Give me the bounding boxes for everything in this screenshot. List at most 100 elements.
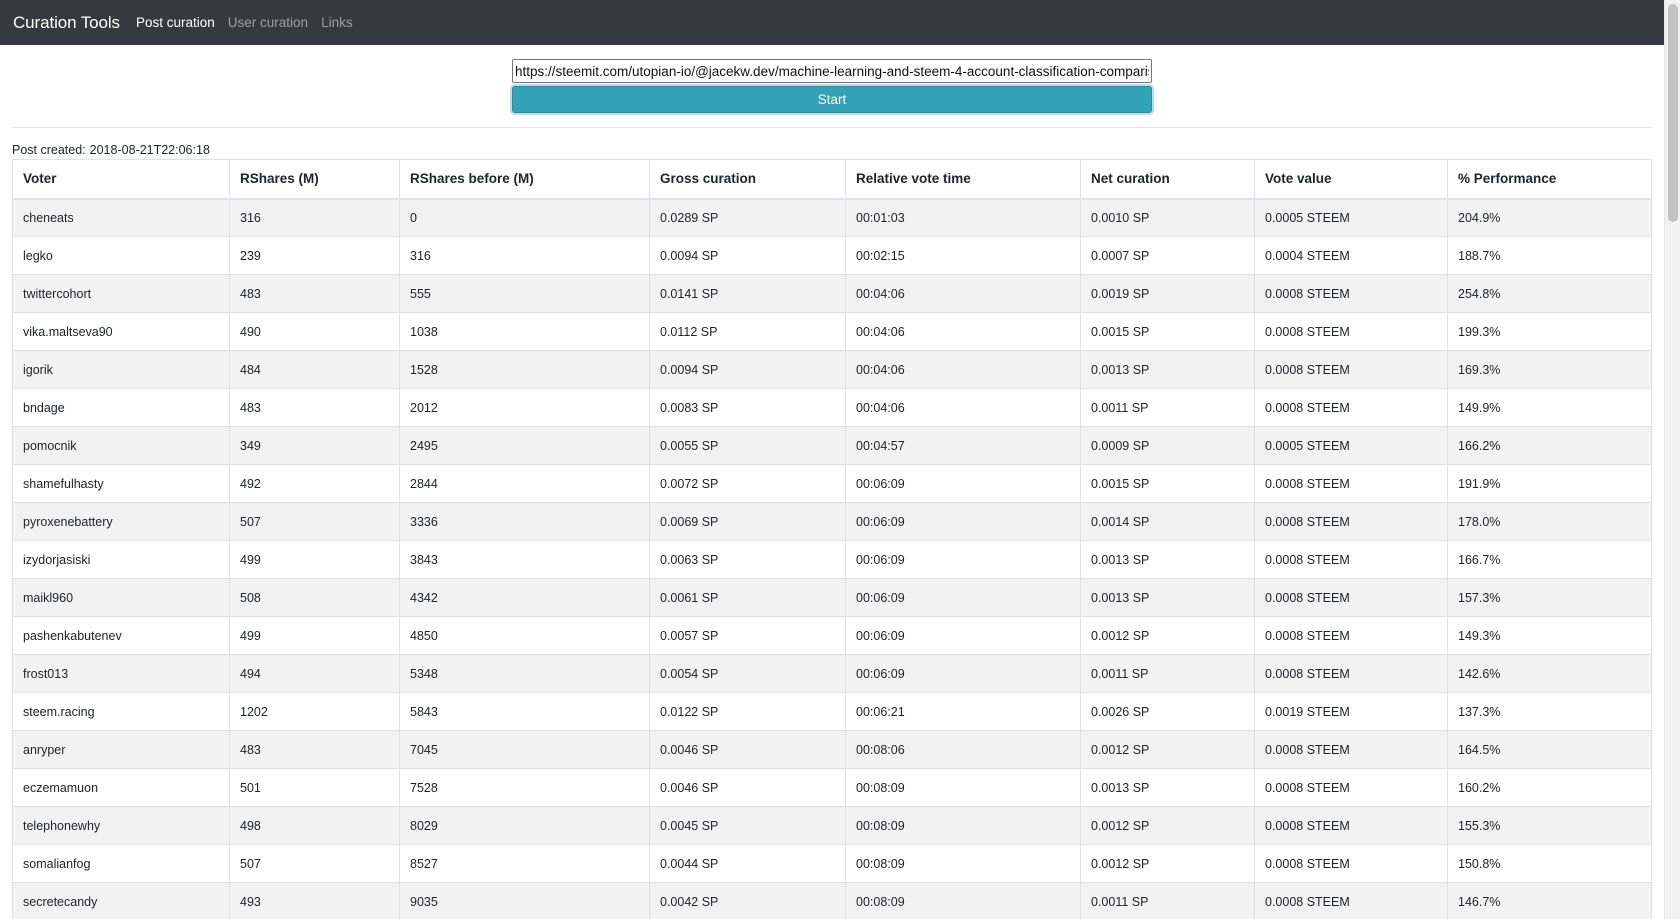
table-body: cheneats 316 0 0.0289 SP 00:01:03 0.0010 SP 0.… (12, 198, 1652, 919)
post-url-input[interactable] (512, 59, 1152, 83)
cell-vote-value: 0.0008 STEEM (1254, 844, 1448, 883)
cell-performance: 146.7% (1447, 882, 1652, 919)
cell-rshares-before: 0 (399, 198, 650, 237)
cell-rshares: 483 (229, 730, 400, 769)
nav-link-user-curation[interactable]: User curation (228, 15, 308, 30)
cell-rshares: 1202 (229, 692, 400, 731)
cell-voter: frost013 (12, 654, 230, 693)
brand-title[interactable]: Curation Tools (13, 13, 120, 33)
cell-vote-value: 0.0008 STEEM (1254, 654, 1448, 693)
cell-rshares-before: 8527 (399, 844, 650, 883)
nav-link-post-curation[interactable]: Post curation (136, 15, 215, 30)
cell-rshares: 494 (229, 654, 400, 693)
cell-rshares: 507 (229, 502, 400, 541)
table-row: pashenkabutenev 499 4850 0.0057 SP 00:06:09 0… (12, 616, 1652, 655)
cell-rshares: 316 (229, 198, 400, 237)
header-net-curation: Net curation (1080, 159, 1255, 200)
cell-rshares: 483 (229, 388, 400, 427)
cell-rshares-before: 3843 (399, 540, 650, 579)
table-row: secretecandy 493 9035 0.0042 SP 00:08:09 0.00… (12, 882, 1652, 919)
table-row: frost013 494 5348 0.0054 SP 00:06:09 0.0011 S… (12, 654, 1652, 693)
nav-link-links[interactable]: Links (321, 15, 353, 30)
cell-rshares-before: 1528 (399, 350, 650, 389)
cell-net-curation: 0.0009 SP (1080, 426, 1255, 465)
cell-vote-value: 0.0008 STEEM (1254, 730, 1448, 769)
cell-gross-curation: 0.0063 SP (649, 540, 846, 579)
cell-relative-vote-time: 00:08:09 (845, 768, 1081, 807)
cell-relative-vote-time: 00:02:15 (845, 236, 1081, 275)
top-navbar: Curation Tools Post curation User curati… (0, 0, 1664, 45)
cell-gross-curation: 0.0057 SP (649, 616, 846, 655)
table-header-row: Voter RShares (M) RShares before (M) Gross … (12, 159, 1652, 200)
cell-net-curation: 0.0013 SP (1080, 540, 1255, 579)
cell-vote-value: 0.0005 STEEM (1254, 426, 1448, 465)
cell-rshares-before: 316 (399, 236, 650, 275)
post-created-label: Post created: (12, 143, 86, 157)
cell-relative-vote-time: 00:08:06 (845, 730, 1081, 769)
cell-gross-curation: 0.0054 SP (649, 654, 846, 693)
cell-relative-vote-time: 00:06:09 (845, 502, 1081, 541)
cell-rshares-before: 5843 (399, 692, 650, 731)
cell-rshares-before: 4342 (399, 578, 650, 617)
start-button[interactable]: Start (512, 86, 1152, 113)
cell-rshares-before: 2495 (399, 426, 650, 465)
cell-gross-curation: 0.0141 SP (649, 274, 846, 313)
cell-rshares-before: 3336 (399, 502, 650, 541)
cell-performance: 142.6% (1447, 654, 1652, 693)
cell-gross-curation: 0.0069 SP (649, 502, 846, 541)
cell-rshares: 349 (229, 426, 400, 465)
cell-vote-value: 0.0019 STEEM (1254, 692, 1448, 731)
cell-vote-value: 0.0005 STEEM (1254, 198, 1448, 237)
cell-relative-vote-time: 00:08:09 (845, 844, 1081, 883)
cell-rshares-before: 2844 (399, 464, 650, 503)
cell-net-curation: 0.0019 SP (1080, 274, 1255, 313)
cell-rshares: 508 (229, 578, 400, 617)
vertical-scrollbar[interactable] (1664, 0, 1680, 919)
table-row: somalianfog 507 8527 0.0044 SP 00:08:09 0.001… (12, 844, 1652, 883)
cell-gross-curation: 0.0094 SP (649, 350, 846, 389)
cell-performance: 149.3% (1447, 616, 1652, 655)
cell-net-curation: 0.0012 SP (1080, 844, 1255, 883)
cell-gross-curation: 0.0061 SP (649, 578, 846, 617)
cell-rshares: 498 (229, 806, 400, 845)
header-rshares: RShares (M) (229, 159, 400, 200)
table-row: telephonewhy 498 8029 0.0045 SP 00:08:09 0.00… (12, 806, 1652, 845)
cell-net-curation: 0.0012 SP (1080, 730, 1255, 769)
cell-rshares: 239 (229, 236, 400, 275)
section-divider (12, 127, 1652, 128)
table-row: legko 239 316 0.0094 SP 00:02:15 0.0007 SP 0.0… (12, 236, 1652, 275)
cell-net-curation: 0.0014 SP (1080, 502, 1255, 541)
cell-rshares-before: 2012 (399, 388, 650, 427)
cell-relative-vote-time: 00:08:09 (845, 882, 1081, 919)
header-voter: Voter (12, 159, 230, 200)
table-row: maikl960 508 4342 0.0061 SP 00:06:09 0.0013 S… (12, 578, 1652, 617)
cell-rshares-before: 7045 (399, 730, 650, 769)
cell-vote-value: 0.0004 STEEM (1254, 236, 1448, 275)
cell-voter: secretecandy (12, 882, 230, 919)
cell-vote-value: 0.0008 STEEM (1254, 502, 1448, 541)
cell-performance: 199.3% (1447, 312, 1652, 351)
header-relative-vote-time: Relative vote time (845, 159, 1081, 200)
cell-voter: steem.racing (12, 692, 230, 731)
cell-vote-value: 0.0008 STEEM (1254, 768, 1448, 807)
cell-gross-curation: 0.0122 SP (649, 692, 846, 731)
cell-voter: pomocnik (12, 426, 230, 465)
cell-relative-vote-time: 00:08:09 (845, 806, 1081, 845)
cell-net-curation: 0.0012 SP (1080, 806, 1255, 845)
cell-performance: 166.7% (1447, 540, 1652, 579)
cell-relative-vote-time: 00:06:09 (845, 464, 1081, 503)
cell-voter: anryper (12, 730, 230, 769)
cell-net-curation: 0.0013 SP (1080, 768, 1255, 807)
cell-net-curation: 0.0011 SP (1080, 654, 1255, 693)
cell-voter: telephonewhy (12, 806, 230, 845)
cell-net-curation: 0.0015 SP (1080, 312, 1255, 351)
cell-performance: 155.3% (1447, 806, 1652, 845)
cell-vote-value: 0.0008 STEEM (1254, 464, 1448, 503)
scrollbar-thumb[interactable] (1668, 4, 1678, 222)
post-created-info: Post created: 2018-08-21T22:06:18 (12, 143, 214, 157)
table-row: igorik 484 1528 0.0094 SP 00:04:06 0.0013 SP 0… (12, 350, 1652, 389)
cell-performance: 137.3% (1447, 692, 1652, 731)
cell-rshares-before: 5348 (399, 654, 650, 693)
curation-table: Voter RShares (M) RShares before (M) Gross … (12, 159, 1652, 919)
cell-voter: maikl960 (12, 578, 230, 617)
